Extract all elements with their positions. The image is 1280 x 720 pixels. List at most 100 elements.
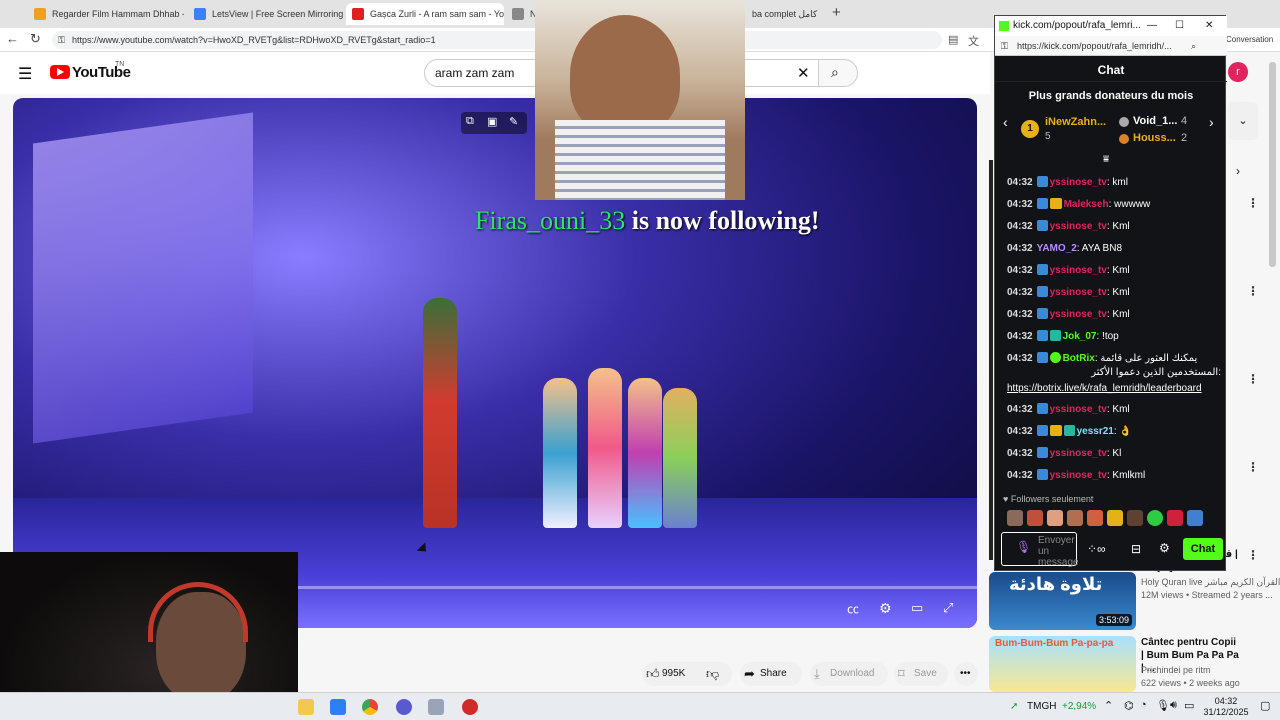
close-icon[interactable]: ✕ <box>1205 16 1213 36</box>
tab-youtube[interactable]: Gașca Zurli - A ram sam sam - You ✕ <box>346 3 504 25</box>
store-icon[interactable]: ⊟ <box>1131 542 1141 556</box>
like-button[interactable]: 👍︎ 995K <box>642 662 702 686</box>
more-actions-button[interactable]: ••• <box>954 662 978 686</box>
microphone-icon[interactable]: 🎙︎ <box>1016 541 1031 553</box>
conversation-label[interactable]: Conversation <box>1226 35 1273 44</box>
filter-icon[interactable]: ⩸ <box>1103 154 1109 165</box>
emote-icon[interactable] <box>1107 510 1123 526</box>
chevron-down-icon[interactable]: ⌄ <box>1228 102 1258 140</box>
stage-screen <box>33 112 253 444</box>
network-icon[interactable]: ⌬ <box>1124 699 1134 712</box>
more-icon[interactable]: ⋮ <box>1247 196 1259 210</box>
emote-icon[interactable] <box>1147 510 1163 526</box>
page-scrollbar[interactable] <box>1269 62 1276 267</box>
emote-icon[interactable] <box>1167 510 1183 526</box>
recommendation-thumbnail-bumbum[interactable]: Bum-Bum-Bum Pa-pa-pa <box>989 636 1136 692</box>
avatar[interactable]: r <box>1228 62 1248 82</box>
theater-icon[interactable]: ▭ <box>911 600 927 616</box>
emoji-icon[interactable]: ⁘∞ <box>1087 542 1106 556</box>
recorder-icon[interactable] <box>462 699 478 715</box>
translate-icon[interactable]: 文 <box>968 33 979 49</box>
sidebar-icon[interactable]: ▤ <box>948 33 958 46</box>
chat-message-input[interactable]: 🎙︎ Envoyer un message <box>1001 532 1079 568</box>
settings-icon[interactable]: ⚙ <box>1159 541 1170 555</box>
kick-url-bar[interactable]: ⚿ https://kick.com/popout/rafa_lemridh/.… <box>995 36 1227 56</box>
captions-icon[interactable]: ㏄ <box>847 600 863 616</box>
more-icon[interactable]: ⋮ <box>1247 548 1259 562</box>
zoom-icon[interactable]: ⌕ <box>1191 36 1196 56</box>
settings-icon[interactable]: ⚙ <box>879 600 895 616</box>
back-icon[interactable]: ← <box>6 31 19 46</box>
tab-arabic[interactable]: ba complet كامل ✕ <box>746 3 822 25</box>
chat-message: 04:32 yssinose_tv: Kml <box>1007 220 1130 232</box>
youtube-logo-icon[interactable] <box>50 65 70 79</box>
miniplayer-icon[interactable]: ▣ <box>487 115 497 128</box>
url-field[interactable]: ⚿ https://www.youtube.com/watch?v=HwoXD_… <box>52 31 942 49</box>
emote-icon[interactable] <box>1067 510 1083 526</box>
donor-name[interactable]: Houss... <box>1133 132 1176 144</box>
notification-icon[interactable]: ▢ <box>1260 699 1270 712</box>
reload-icon[interactable]: ↻ <box>30 31 41 47</box>
donor-name[interactable]: iNewZahn... <box>1045 116 1106 128</box>
emote-icon[interactable] <box>1187 510 1203 526</box>
wifi-icon[interactable]: ◔ <box>1140 699 1147 711</box>
recommendation-channel[interactable]: Holy Quran live القرآن الكريم مباشر <box>1141 577 1280 588</box>
tab-film[interactable]: Regarder Film Hammam Dhhab - ✕ <box>28 3 184 25</box>
emote-icon[interactable] <box>1027 510 1043 526</box>
more-icon[interactable]: ⋮ <box>1247 284 1259 298</box>
emote-icon[interactable] <box>1047 510 1063 526</box>
volume-icon[interactable]: 🔊︎ <box>1170 699 1177 712</box>
botrix-link[interactable]: https://botrix.live/k/rafa_lemridh/leade… <box>1007 382 1221 395</box>
pip-icon[interactable]: ⧉ <box>466 115 474 128</box>
edit-icon[interactable]: ✎ <box>509 115 518 128</box>
taskbar-clock[interactable]: 04:32 31/12/2025 <box>1196 696 1256 718</box>
tab-other[interactable]: No <box>506 3 536 25</box>
chevron-left-icon[interactable]: ‹ <box>1003 114 1008 130</box>
search-icon: ⌕ <box>831 64 839 80</box>
recommendation-channel[interactable]: Prichindei pe ritm <box>1141 665 1211 675</box>
emote-icon[interactable] <box>1127 510 1143 526</box>
emote-icon[interactable] <box>1007 510 1023 526</box>
more-icon[interactable]: ⋮ <box>1247 372 1259 386</box>
outlook-icon[interactable] <box>330 699 346 715</box>
battery-icon[interactable]: ▭ <box>1184 699 1194 712</box>
donor-count: 4 <box>1181 115 1188 127</box>
chevron-right-icon[interactable]: › <box>1209 114 1214 130</box>
save-button[interactable]: ⌑ Save <box>894 662 948 686</box>
download-button[interactable]: ⤓ Download <box>810 662 888 686</box>
share-button[interactable]: ➦ Share <box>740 662 802 686</box>
emote-icon[interactable] <box>1087 510 1103 526</box>
kick-window-title: kick.com/popout/rafa_lemri... <box>1013 20 1141 31</box>
more-icon[interactable]: ⋮ <box>1247 460 1259 474</box>
thumbnail-text: تلاوة هادئة <box>1009 574 1103 594</box>
obs-icon[interactable] <box>396 699 412 715</box>
video-duration: 3:53:09 <box>1095 614 1132 626</box>
chrome-icon[interactable] <box>362 699 378 715</box>
search-button[interactable]: ⌕ <box>818 59 858 87</box>
new-tab-button[interactable]: + <box>832 4 841 21</box>
maximize-icon[interactable]: ☐ <box>1175 16 1184 36</box>
lock-icon: ⚿ <box>1001 41 1008 51</box>
fullscreen-icon[interactable]: ⤢ <box>943 600 959 616</box>
dislike-button[interactable]: 👎︎ <box>702 662 732 686</box>
chevron-right-icon[interactable]: › <box>1236 164 1240 178</box>
follower-name: Firas_ouni_33 <box>475 206 626 235</box>
stock-ticker[interactable]: TMGH <box>1027 701 1056 712</box>
minimize-icon[interactable]: — <box>1147 16 1157 36</box>
app-icon[interactable] <box>428 699 444 715</box>
thumbnail-strip <box>989 160 993 560</box>
file-explorer-icon[interactable] <box>298 699 314 715</box>
play-icon <box>57 68 64 76</box>
chevron-up-icon[interactable]: ⌃ <box>1104 699 1113 712</box>
tab-letsview[interactable]: LetsView | Free Screen Mirroring A ✕ <box>188 3 344 25</box>
recommendation-thumbnail-quran[interactable]: تلاوة هادئة 3:53:09 <box>989 572 1136 630</box>
rank-badge: 1 <box>1021 120 1039 138</box>
badge-icon <box>1036 425 1048 436</box>
donor-name[interactable]: Void_1... <box>1133 115 1177 127</box>
clear-search-icon[interactable]: ✕ <box>797 64 810 82</box>
menu-icon[interactable]: ☰ <box>18 64 32 84</box>
more-icon: ••• <box>960 668 971 679</box>
microphone-icon[interactable]: 🎙︎ <box>1156 699 1170 712</box>
video-player[interactable]: ⧉ ▣ ✎ Firas_ouni_33 is now following! ㏄ … <box>13 98 977 628</box>
send-chat-button[interactable]: Chat <box>1183 538 1223 560</box>
